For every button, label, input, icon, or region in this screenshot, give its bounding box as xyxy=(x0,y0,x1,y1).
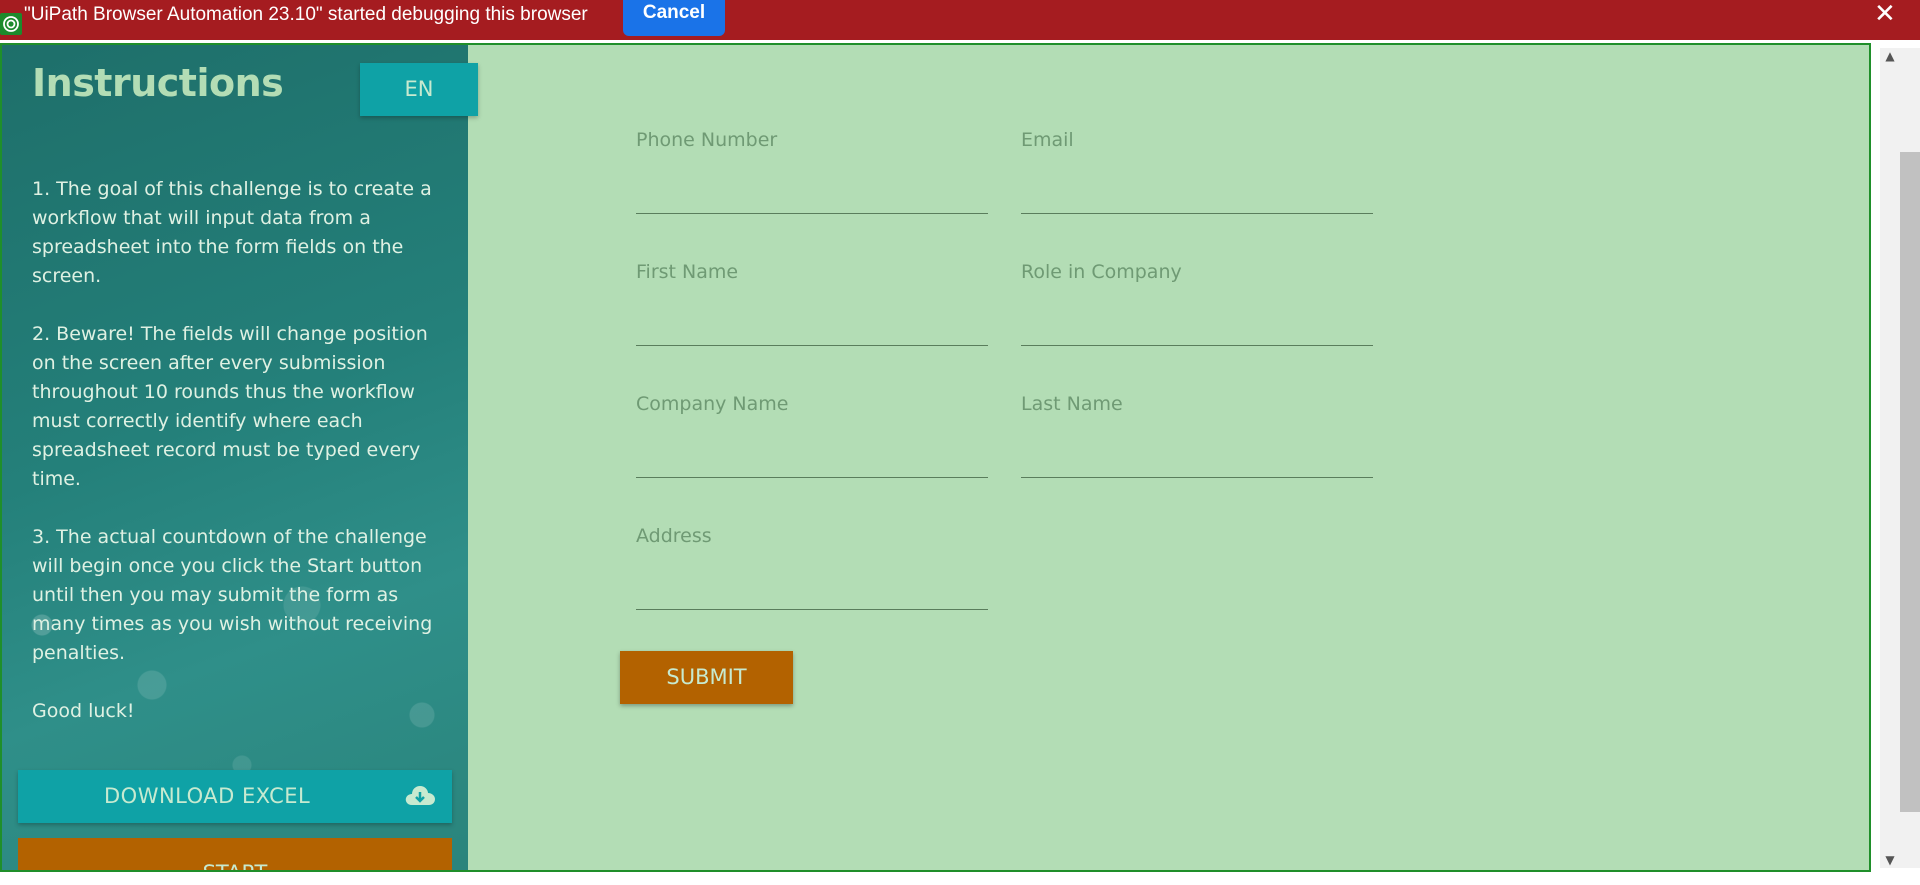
bottom-strip xyxy=(0,872,1920,885)
language-button[interactable]: EN xyxy=(360,63,478,116)
cancel-button[interactable]: Cancel xyxy=(623,0,725,36)
instructions-sidebar: Instructions 1. The goal of this challen… xyxy=(2,45,468,870)
download-excel-button[interactable]: DOWNLOAD EXCEL xyxy=(18,770,452,823)
instructions-text: 1. The goal of this challenge is to crea… xyxy=(32,175,442,755)
first-name-field[interactable]: First Name xyxy=(636,261,988,349)
field-underline xyxy=(636,213,988,214)
scroll-down-arrow-icon[interactable]: ▼ xyxy=(1882,852,1898,868)
start-button[interactable]: START xyxy=(18,838,452,870)
company-name-field[interactable]: Company Name xyxy=(636,393,988,481)
field-underline xyxy=(636,345,988,346)
role-in-company-field[interactable]: Role in Company xyxy=(1021,261,1373,349)
submit-button[interactable]: SUBMIT xyxy=(620,651,793,704)
field-label: Phone Number xyxy=(636,129,778,151)
field-label: First Name xyxy=(636,261,739,283)
field-underline xyxy=(1021,477,1373,478)
address-field[interactable]: Address xyxy=(636,525,988,613)
field-underline xyxy=(1021,345,1373,346)
email-field[interactable]: Email xyxy=(1021,129,1373,217)
field-label: Role in Company xyxy=(1021,261,1182,283)
page-frame: Instructions 1. The goal of this challen… xyxy=(0,43,1871,872)
field-underline xyxy=(636,609,988,610)
instruction-paragraph: Good luck! xyxy=(32,700,135,722)
vertical-scrollbar[interactable]: ▲ ▼ xyxy=(1880,48,1920,868)
field-label: Address xyxy=(636,525,712,547)
debug-message: "UiPath Browser Automation 23.10" starte… xyxy=(24,4,588,25)
instruction-paragraph: 1. The goal of this challenge is to crea… xyxy=(32,178,432,287)
field-underline xyxy=(636,477,988,478)
instructions-title: Instructions xyxy=(32,61,284,105)
field-label: Last Name xyxy=(1021,393,1123,415)
last-name-field[interactable]: Last Name xyxy=(1021,393,1373,481)
field-label: Email xyxy=(1021,129,1074,151)
instruction-paragraph: 2. Beware! The fields will change positi… xyxy=(32,323,428,490)
instruction-paragraph: 3. The actual countdown of the challenge… xyxy=(32,526,433,664)
phone-number-field[interactable]: Phone Number xyxy=(636,129,988,217)
field-underline xyxy=(1021,213,1373,214)
scroll-up-arrow-icon[interactable]: ▲ xyxy=(1882,48,1898,64)
download-excel-label: DOWNLOAD EXCEL xyxy=(104,784,311,808)
debug-bar: "UiPath Browser Automation 23.10" starte… xyxy=(0,0,1920,40)
uipath-target-icon xyxy=(0,13,22,35)
cloud-download-icon xyxy=(405,786,435,805)
scrollbar-thumb[interactable] xyxy=(1900,152,1920,812)
close-icon[interactable]: ✕ xyxy=(1874,0,1896,28)
field-label: Company Name xyxy=(636,393,789,415)
